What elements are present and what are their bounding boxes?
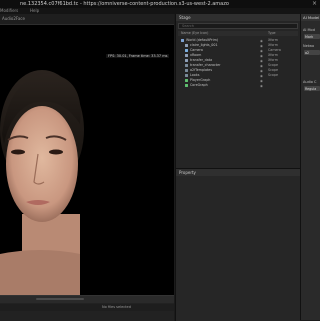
- properties-header: Property: [176, 169, 300, 176]
- stage-row-type: Xform: [268, 58, 278, 62]
- stage-row-type: Xform: [268, 43, 278, 47]
- window-title: ne.132354.c07f61bd.tc - https://omnivers…: [20, 1, 229, 7]
- audio-dropdown[interactable]: Regula: [304, 86, 320, 91]
- stage-search-input[interactable]: Search: [178, 23, 298, 29]
- stage-row-type: Scope: [268, 63, 279, 67]
- stage-row-name: transfer_character: [190, 63, 221, 67]
- stage-row-name: a2fTemplates: [190, 68, 213, 72]
- close-icon[interactable]: ×: [312, 0, 317, 7]
- scope-icon: [185, 63, 188, 67]
- settings-header: AI Model: [301, 14, 320, 21]
- stage-tree-row[interactable]: CoreGraph ◉: [178, 83, 298, 88]
- scope-icon: [185, 73, 188, 77]
- network-dropdown[interactable]: a2: [304, 50, 320, 55]
- file-status: No files selected: [102, 305, 131, 309]
- audio-label: Audio C: [303, 80, 317, 84]
- stage-row-type: Scope: [268, 68, 279, 72]
- stage-column-header: Name (Eye Icon) Type: [178, 31, 298, 36]
- visibility-eye-icon[interactable]: ◉: [260, 69, 263, 73]
- visibility-eye-icon[interactable]: ◉: [260, 74, 263, 78]
- viewport[interactable]: Audio2Face FPS: 30.01, Frame time: 33.37…: [0, 14, 174, 295]
- stage-row-name: Camera: [190, 48, 203, 52]
- content-browser-bar: No files selected: [0, 295, 174, 321]
- stage-panel: Stage Search Name (Eye Icon) Type World …: [175, 14, 300, 168]
- properties-panel: Property: [175, 168, 300, 321]
- stage-row-name: transfer_data: [190, 58, 213, 62]
- graph-icon: [185, 78, 188, 82]
- stage-row-name: Looks: [190, 73, 200, 77]
- model-value: Mark: [305, 34, 314, 39]
- timeline-bar: [0, 296, 174, 303]
- stage-row-type: Camera: [268, 48, 281, 52]
- window-title-bar: ne.132354.c07f61bd.tc - https://omnivers…: [0, 0, 320, 8]
- xform-icon: [185, 58, 188, 62]
- column-type[interactable]: Type: [268, 31, 276, 35]
- stage-row-type: Xform: [268, 38, 278, 42]
- visibility-eye-icon[interactable]: ◉: [260, 39, 263, 43]
- visibility-eye-icon[interactable]: ◉: [260, 44, 263, 48]
- properties-title: Property: [179, 170, 196, 175]
- stage-row-name: claire_lights_001: [190, 43, 218, 47]
- model-dropdown[interactable]: Mark: [304, 34, 320, 39]
- audio2face-settings-panel: AI Model AI Mod Mark Netwo a2 Audio C Re…: [300, 14, 320, 320]
- stage-row-type: Scope: [268, 73, 279, 77]
- menu-item-help[interactable]: Help: [30, 8, 39, 13]
- visibility-eye-icon[interactable]: ◉: [260, 64, 263, 68]
- stage-row-name: PlayerGraph: [190, 78, 211, 82]
- xform-icon: [185, 53, 188, 57]
- stage-row-type: Xform: [268, 53, 278, 57]
- world-icon: [181, 38, 184, 42]
- file-bar: [0, 304, 174, 311]
- column-name[interactable]: Name (Eye Icon): [181, 31, 208, 35]
- settings-title: AI Model: [303, 15, 320, 20]
- stage-row-name: World (defaultPrim): [186, 38, 219, 42]
- stage-row-name: xRoom: [190, 53, 202, 57]
- stage-header: Stage: [176, 14, 300, 21]
- scope-icon: [185, 68, 188, 72]
- search-placeholder: Search: [182, 24, 195, 28]
- xform-icon: [185, 43, 188, 47]
- visibility-eye-icon[interactable]: ◉: [260, 49, 263, 53]
- visibility-eye-icon[interactable]: ◉: [260, 79, 263, 83]
- camera-icon: [185, 48, 188, 52]
- network-label: Netwo: [303, 44, 315, 48]
- menu-item-modifiers[interactable]: Modifiers: [0, 8, 18, 13]
- fps-readout: FPS: 30.01, Frame time: 33.37 ms: [106, 54, 170, 58]
- network-value: a2: [305, 50, 310, 55]
- audio-value: Regula: [305, 86, 317, 91]
- viewport-toolbar: Audio2Face: [0, 14, 174, 25]
- stage-row-name: CoreGraph: [190, 83, 208, 87]
- stage-title: Stage: [179, 15, 191, 20]
- visibility-eye-icon[interactable]: ◉: [260, 84, 263, 88]
- viewport-tab[interactable]: Audio2Face: [2, 16, 25, 21]
- visibility-eye-icon[interactable]: ◉: [260, 59, 263, 63]
- graph-icon: [185, 83, 188, 87]
- zoom-slider[interactable]: [36, 298, 84, 300]
- visibility-eye-icon[interactable]: ◉: [260, 54, 263, 58]
- model-label: AI Mod: [303, 28, 315, 32]
